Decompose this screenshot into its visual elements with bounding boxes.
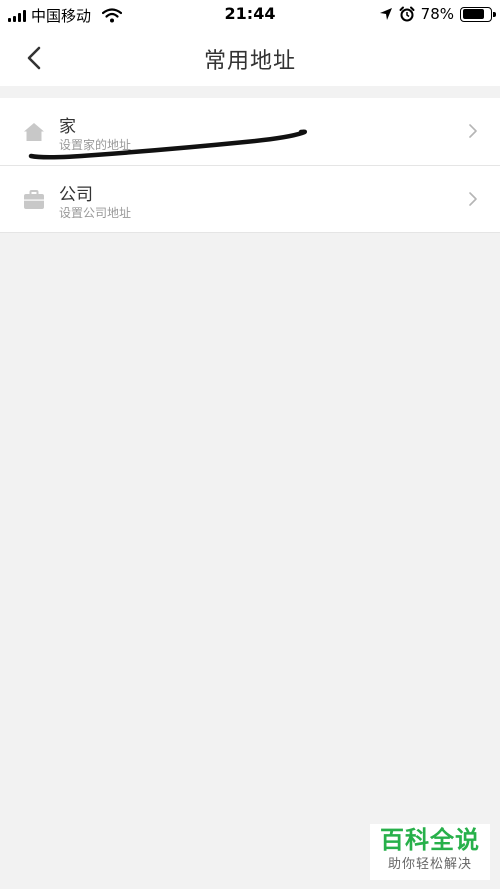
address-list: 家 设置家的地址 公司 设置公司地址 xyxy=(0,98,500,233)
navigation-bar: 常用地址 xyxy=(0,30,500,86)
watermark-title: 百科全说 xyxy=(380,826,480,854)
company-subtitle: 设置公司地址 xyxy=(59,206,132,220)
battery-fill xyxy=(462,9,484,19)
status-right: 78% xyxy=(379,5,496,23)
home-subtitle: 设置家的地址 xyxy=(59,138,132,152)
home-title: 家 xyxy=(59,117,76,137)
company-title: 公司 xyxy=(59,185,93,205)
watermark-subtitle: 助你轻松解决 xyxy=(387,857,472,872)
chevron-right-icon xyxy=(469,124,477,138)
location-arrow-icon xyxy=(379,8,392,20)
page-title: 常用地址 xyxy=(203,49,296,74)
battery-percent: 78% xyxy=(420,5,454,23)
briefcase-icon xyxy=(24,190,44,209)
battery-icon xyxy=(460,6,496,22)
status-bar: 中国移动 21:44 78% xyxy=(0,0,500,30)
chevron-right-icon xyxy=(469,192,477,206)
home-address-row[interactable]: 家 设置家的地址 xyxy=(0,98,500,165)
alarm-icon xyxy=(399,6,415,22)
home-icon xyxy=(24,123,44,141)
company-address-row[interactable]: 公司 设置公司地址 xyxy=(0,165,500,232)
watermark: 百科全说 助你轻松解决 xyxy=(370,824,490,880)
